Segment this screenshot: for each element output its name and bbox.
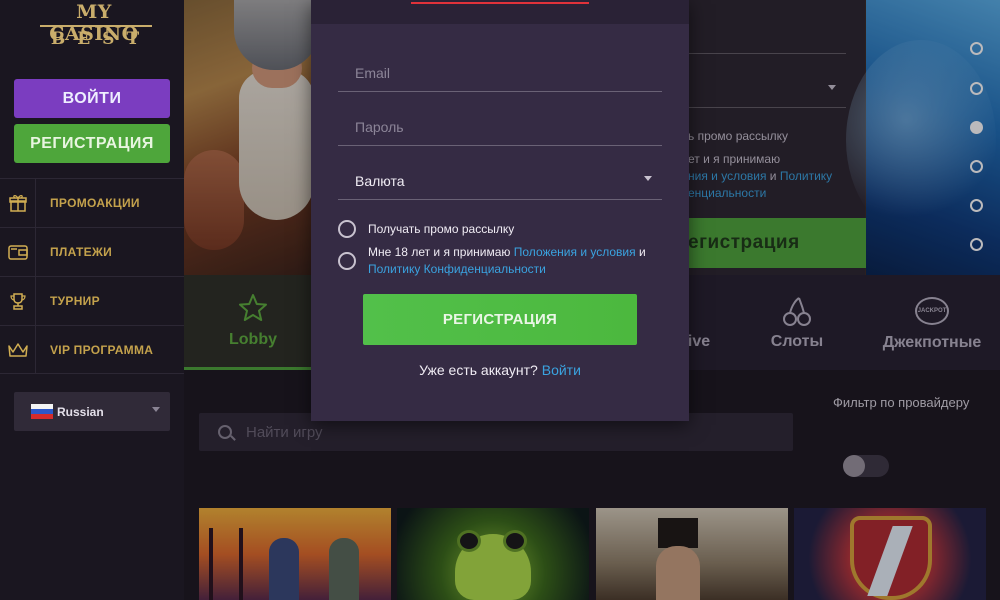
email-input[interactable] <box>355 65 645 81</box>
site-logo[interactable]: MY CASINO BEST <box>0 0 184 60</box>
active-tab-indicator <box>411 2 589 4</box>
terms-prefix: Мне 18 лет и я принимаю <box>368 245 511 259</box>
privacy-policy-link[interactable]: Политику Конфиденциальности <box>368 262 546 276</box>
crown-icon <box>0 325 36 374</box>
chevron-down-icon <box>152 407 160 412</box>
sidebar-item-label: ПЛАТЕЖИ <box>50 245 113 259</box>
have-account-text: Уже есть аккаунт? Войти <box>311 362 689 378</box>
sidebar-item-promotions[interactable]: ПРОМОАКЦИИ <box>0 178 184 228</box>
terms-label: Мне 18 лет и я принимаю Положения и усло… <box>368 244 668 278</box>
language-select[interactable]: Russian <box>14 392 170 431</box>
logo-divider <box>40 25 152 27</box>
currency-select[interactable]: Валюта <box>338 160 662 200</box>
login-button[interactable]: ВОЙТИ <box>14 79 170 118</box>
sidebar-item-label: ТУРНИР <box>50 294 100 308</box>
sidebar-item-label: ПРОМОАКЦИИ <box>50 196 140 210</box>
have-account-label: Уже есть аккаунт? <box>419 362 538 378</box>
logo-line-2: BEST <box>50 29 152 49</box>
password-input[interactable] <box>355 119 645 135</box>
wallet-icon <box>0 227 36 277</box>
sidebar: MY CASINO BEST ВОЙТИ РЕГИСТРАЦИЯ ПРОМОАК… <box>0 0 184 600</box>
russia-flag-icon <box>31 404 53 419</box>
sidebar-item-label: VIP ПРОГРАММА <box>50 342 154 357</box>
sidebar-item-tournament[interactable]: ТУРНИР <box>0 276 184 326</box>
chevron-down-icon <box>644 176 652 181</box>
terms-link[interactable]: Положения и условия <box>514 245 636 259</box>
register-button[interactable]: РЕГИСТРАЦИЯ <box>14 124 170 163</box>
gift-icon <box>0 178 36 228</box>
modal-tabs <box>311 0 689 24</box>
submit-registration-button[interactable]: РЕГИСТРАЦИЯ <box>363 294 637 345</box>
trophy-icon <box>0 276 36 326</box>
terms-and: и <box>638 245 646 259</box>
sidebar-item-payments[interactable]: ПЛАТЕЖИ <box>0 227 184 277</box>
login-link[interactable]: Войти <box>542 362 581 378</box>
promo-label: Получать промо рассылку <box>368 222 515 236</box>
email-field[interactable] <box>338 52 662 92</box>
currency-label: Валюта <box>355 173 405 189</box>
language-label: Russian <box>57 404 104 419</box>
sidebar-item-vip[interactable]: VIP ПРОГРАММА <box>0 325 184 374</box>
password-field[interactable] <box>338 106 662 146</box>
registration-modal: Валюта Получать промо рассылку Мне 18 ле… <box>311 0 689 421</box>
terms-checkbox[interactable] <box>338 252 356 270</box>
promo-checkbox[interactable] <box>338 220 356 238</box>
